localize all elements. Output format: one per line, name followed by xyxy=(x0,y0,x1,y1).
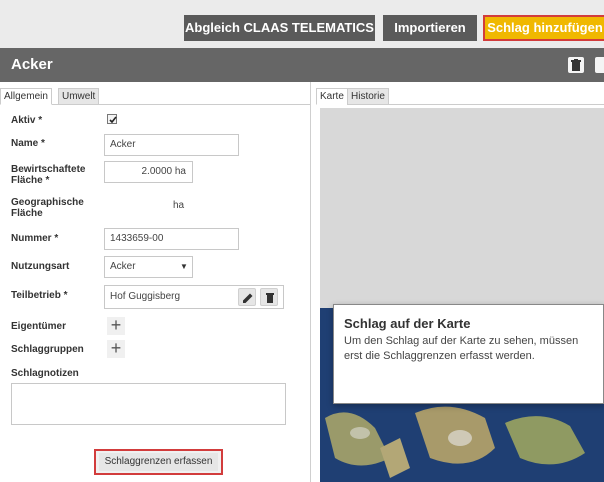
add-group-button[interactable]: + xyxy=(107,339,125,358)
trash-icon xyxy=(266,293,274,303)
geo-area-value: ha xyxy=(173,200,185,211)
tab-karte[interactable]: Karte xyxy=(316,88,348,105)
delete-button[interactable] xyxy=(568,57,584,73)
name-label: Name * xyxy=(11,138,45,149)
aktiv-checkbox[interactable] xyxy=(107,114,117,124)
map-view[interactable] xyxy=(320,108,604,482)
detail-header: Acker xyxy=(0,48,604,82)
area-input[interactable]: 2.0000 ha xyxy=(104,161,193,183)
sub-company-value: Hof Guggisberg xyxy=(110,291,181,302)
panel-divider xyxy=(310,82,311,482)
map-info-popup: Schlag auf der Karte Um den Schlag auf d… xyxy=(333,304,604,404)
right-tabbar: Karte Historie xyxy=(316,88,604,105)
delete-sub-company-button[interactable] xyxy=(260,288,278,306)
chevron-down-icon: ▼ xyxy=(180,262,188,271)
tab-umwelt[interactable]: Umwelt xyxy=(58,88,100,105)
number-input[interactable]: 1433659-00 xyxy=(104,228,239,250)
area-label: Bewirtschaftete Fläche * xyxy=(11,164,85,186)
add-owner-button[interactable]: + xyxy=(107,316,125,335)
check-icon xyxy=(109,116,117,124)
close-button[interactable] xyxy=(595,57,604,73)
capture-boundaries-label: Schlaggrenzen erfassen xyxy=(99,453,218,471)
popup-text: Um den Schlag auf der Karte zu sehen, mü… xyxy=(344,335,579,362)
add-field-button[interactable]: Schlag hinzufügen xyxy=(483,15,604,41)
claas-sync-button[interactable]: Abgleich CLAAS TELEMATICS xyxy=(184,15,375,41)
groups-label: Schlaggruppen xyxy=(11,344,84,355)
geo-area-label: Geographische Fläche xyxy=(11,197,84,219)
notes-label: Schlagnotizen xyxy=(11,368,79,379)
trash-icon xyxy=(571,59,581,71)
number-label: Nummer * xyxy=(11,233,59,244)
owner-label: Eigentümer xyxy=(11,321,67,332)
capture-boundaries-button[interactable]: Schlaggrenzen erfassen xyxy=(94,449,223,475)
notes-textarea[interactable] xyxy=(11,383,286,425)
sub-company-field: Hof Guggisberg xyxy=(104,285,284,309)
geo-label-line1: Geographische xyxy=(11,197,84,208)
left-tabbar: Allgemein Umwelt xyxy=(0,88,310,105)
import-button[interactable]: Importieren xyxy=(383,15,477,41)
geo-label-line2: Fläche xyxy=(11,208,43,219)
area-label-line2: Fläche * xyxy=(11,175,50,186)
tab-allgemein[interactable]: Allgemein xyxy=(0,88,52,105)
usage-select-value: Acker xyxy=(110,261,136,272)
name-input[interactable]: Acker xyxy=(104,134,239,156)
area-label-line1: Bewirtschaftete xyxy=(11,164,86,175)
sub-company-label: Teilbetrieb * xyxy=(11,290,68,301)
edit-sub-company-button[interactable] xyxy=(238,288,256,306)
pencil-icon xyxy=(243,293,253,303)
tab-historie[interactable]: Historie xyxy=(347,88,389,105)
top-toolbar: Abgleich CLAAS TELEMATICS Importieren Sc… xyxy=(0,0,604,48)
popup-title: Schlag auf der Karte xyxy=(344,316,471,331)
aktiv-label: Aktiv * xyxy=(11,115,43,126)
usage-label: Nutzungsart xyxy=(11,261,70,272)
page-title: Acker xyxy=(11,56,53,73)
